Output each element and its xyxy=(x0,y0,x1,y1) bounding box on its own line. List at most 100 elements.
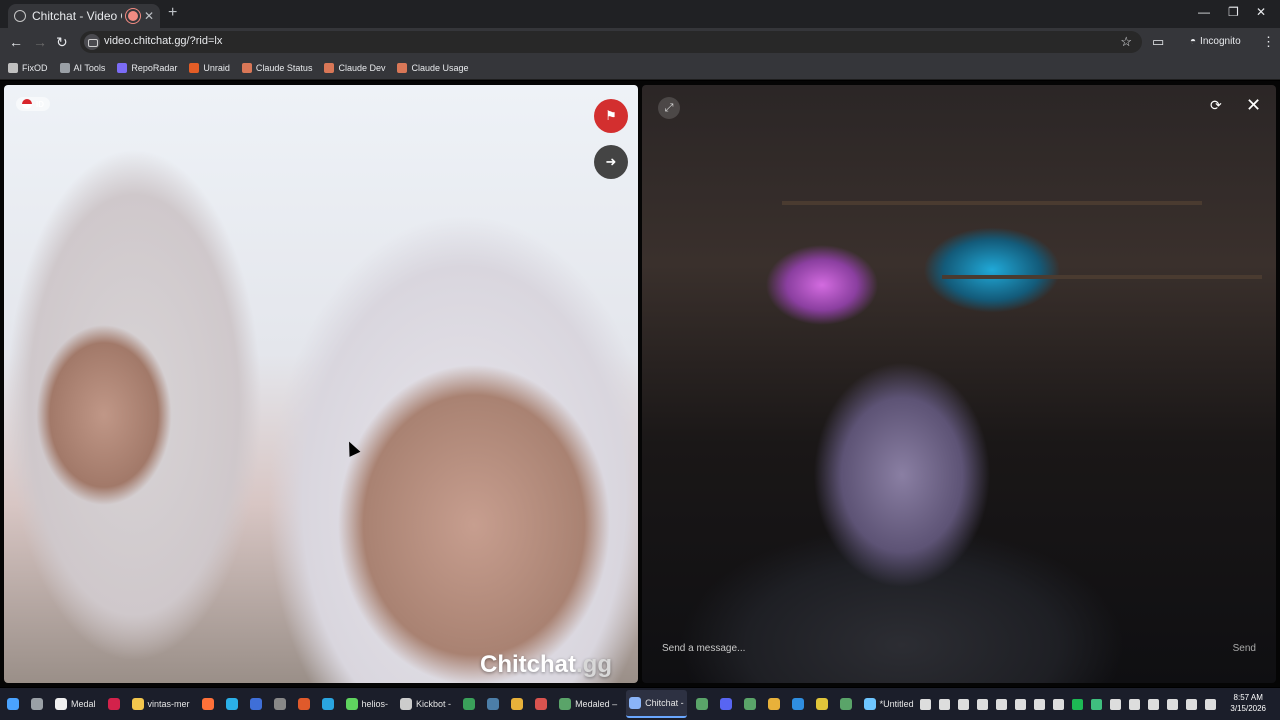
taskbar-item[interactable]: vintas-mer xyxy=(129,690,193,718)
taskbar-item[interactable] xyxy=(271,690,289,718)
message-bar: Send xyxy=(650,643,1268,654)
app-icon xyxy=(463,698,476,710)
back-button[interactable]: ← xyxy=(9,34,23,50)
maximize-button[interactable]: ❐ xyxy=(1228,5,1239,19)
taskbar-item[interactable]: Medaled – xyxy=(556,690,620,718)
app-icon[interactable] xyxy=(1053,698,1064,710)
chrome-icon xyxy=(767,698,780,710)
network-icon[interactable] xyxy=(1167,698,1178,710)
taskbar-item[interactable] xyxy=(199,690,217,718)
bookmark-item[interactable]: Unraid xyxy=(189,62,230,73)
discord-icon[interactable] xyxy=(996,698,1007,710)
bookmark-label: FixOD xyxy=(22,62,48,73)
app-icon[interactable] xyxy=(1091,698,1102,710)
app-icon xyxy=(273,698,286,710)
bookmark-item[interactable]: Claude Status xyxy=(241,62,312,73)
taskbar-item[interactable] xyxy=(532,690,550,718)
taskbar-item[interactable]: Chitchat - xyxy=(626,690,687,718)
bookmark-item[interactable]: RepoRadar xyxy=(117,62,177,73)
taskbar-item[interactable] xyxy=(789,690,807,718)
app-icon[interactable] xyxy=(958,698,969,710)
bookmark-item[interactable]: Claude Usage xyxy=(397,62,469,73)
tab-chitchat[interactable]: Chitchat - Video Chat ✕ xyxy=(8,4,160,28)
switch-camera-icon[interactable]: ⟳ xyxy=(1210,97,1222,114)
taskbar-item[interactable] xyxy=(741,690,759,718)
site-info-icon[interactable] xyxy=(84,34,100,50)
taskbar-item[interactable] xyxy=(717,690,735,718)
chrome-icon xyxy=(695,698,708,710)
bookmark-item[interactable]: FixOD xyxy=(8,62,48,73)
microphone-icon[interactable] xyxy=(1148,698,1159,710)
reporadar-icon xyxy=(117,62,128,73)
battery-icon[interactable] xyxy=(1205,698,1216,710)
taskbar-item[interactable] xyxy=(508,690,526,718)
menu-kebab-icon[interactable]: ⋮ xyxy=(1262,34,1275,50)
steam-icon[interactable] xyxy=(1015,698,1026,710)
taskbar-item[interactable] xyxy=(4,690,22,718)
close-window-button[interactable]: ✕ xyxy=(1256,5,1266,19)
volume-icon[interactable] xyxy=(1186,698,1197,710)
mouse-cursor-icon xyxy=(343,439,361,457)
background-shelf xyxy=(782,201,1202,205)
bookmark-item[interactable]: AI Tools xyxy=(59,62,105,73)
app-icon[interactable] xyxy=(1110,698,1121,710)
unraid-icon xyxy=(189,62,200,73)
bookmark-star-icon[interactable]: ☆ xyxy=(1120,34,1132,50)
taskbar-item-label: helios- xyxy=(361,699,389,709)
taskbar-item[interactable] xyxy=(765,690,783,718)
taskbar-item[interactable] xyxy=(295,690,313,718)
new-tab-button[interactable]: + xyxy=(168,4,177,22)
taskbar-item[interactable] xyxy=(693,690,711,718)
taskbar-item[interactable] xyxy=(484,690,502,718)
clock-time: 8:57 AM xyxy=(1233,693,1263,702)
side-panel-icon[interactable]: ▭ xyxy=(1152,34,1164,50)
taskbar-item[interactable] xyxy=(105,690,123,718)
taskbar-item[interactable] xyxy=(247,690,265,718)
expand-icon[interactable]: ⤢ xyxy=(658,97,680,119)
folder-icon xyxy=(131,698,144,710)
app-icon[interactable] xyxy=(1129,698,1140,710)
taskbar-item[interactable] xyxy=(28,690,46,718)
reload-button[interactable]: ↻ xyxy=(56,34,68,51)
app-icon[interactable] xyxy=(977,698,988,710)
bookmark-item[interactable]: Claude Dev xyxy=(324,62,385,73)
taskbar-item[interactable]: Medal xyxy=(52,690,99,718)
folder-icon xyxy=(59,62,70,73)
taskbar-item[interactable] xyxy=(319,690,337,718)
edge-icon xyxy=(225,698,238,710)
arrow-right-icon: ➜ xyxy=(605,154,617,169)
claude-icon xyxy=(397,62,408,73)
chitchat-favicon-icon xyxy=(14,10,26,22)
taskbar-item[interactable] xyxy=(837,690,855,718)
chrome-icon xyxy=(559,698,572,710)
report-button[interactable]: ⚑ xyxy=(594,99,628,133)
taskbar-item-label: Medal xyxy=(71,699,96,709)
send-button[interactable]: Send xyxy=(1233,643,1256,654)
taskbar-item[interactable] xyxy=(813,690,831,718)
app-icon[interactable] xyxy=(939,698,950,710)
minimize-button[interactable]: — xyxy=(1198,5,1210,19)
next-button[interactable]: ➜ xyxy=(594,145,628,179)
taskbar-item[interactable] xyxy=(460,690,478,718)
taskbar-item[interactable]: helios- xyxy=(343,690,392,718)
spotify-icon[interactable] xyxy=(1072,698,1083,710)
close-tab-icon[interactable]: ✕ xyxy=(144,9,154,23)
clock-date: 3/15/2026 xyxy=(1230,704,1266,713)
taskbar-item[interactable]: Kickbot - xyxy=(397,690,454,718)
app-icon[interactable] xyxy=(1034,698,1045,710)
incognito-indicator[interactable]: ◓ Incognito xyxy=(1190,36,1241,47)
brightness-icon[interactable] xyxy=(920,698,931,710)
clock[interactable]: 8:57 AM 3/15/2026 xyxy=(1230,692,1266,714)
address-bar[interactable]: video.chitchat.gg/?rid=lx ☆ xyxy=(80,31,1142,53)
forward-button[interactable]: → xyxy=(33,34,47,50)
close-icon[interactable]: ✕ xyxy=(1246,95,1261,116)
windows-taskbar: Medal vintas-mer helios- Kickbot - Medaled –… xyxy=(0,688,1280,720)
app-icon xyxy=(815,698,828,710)
windows-start-icon xyxy=(7,698,19,710)
terminal-icon xyxy=(400,698,413,710)
taskbar-item[interactable]: *Untitled xyxy=(861,690,917,718)
message-input[interactable] xyxy=(662,643,1162,654)
taskbar-item[interactable] xyxy=(223,690,241,718)
claude-icon xyxy=(241,62,252,73)
bookmark-label: Unraid xyxy=(203,62,230,73)
